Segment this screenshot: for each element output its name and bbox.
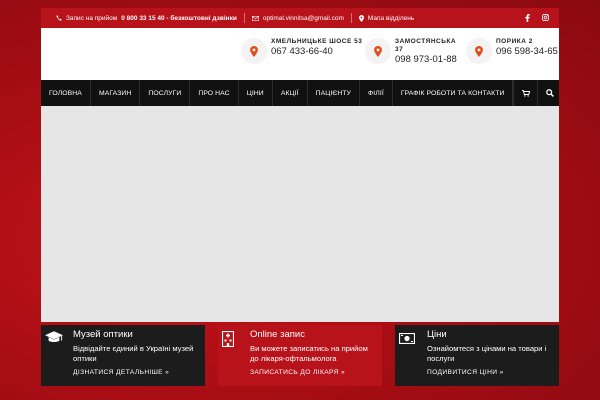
box-title: Музей оптики bbox=[73, 329, 133, 340]
contact-address: ЗАМОСТЯНСЬКА 37 bbox=[395, 38, 457, 53]
contact-branch-1[interactable]: ХМЕЛЬНИЦЬКЕ ШОСЕ 53 067 433-66-40 bbox=[241, 38, 362, 64]
map-link[interactable]: Мапа відділень bbox=[358, 14, 414, 22]
nav-item-home[interactable]: ГОЛОВНА bbox=[41, 80, 91, 106]
contact-address: ХМЕЛЬНИЦЬКЕ ШОСЕ 53 bbox=[271, 38, 363, 45]
email-info[interactable]: optimal.vinnitsa@gmail.com bbox=[251, 15, 344, 22]
box-link[interactable]: ЗАПИСАТИСЬ ДО ЛІКАРЯ » bbox=[250, 369, 374, 376]
contact-phone[interactable]: 098 973-01-88 bbox=[395, 54, 459, 66]
nav-icons bbox=[513, 80, 561, 106]
map-label[interactable]: Мапа відділень bbox=[368, 15, 414, 22]
site-header: ХМЕЛЬНИЦЬКЕ ШОСЕ 53 067 433-66-40 ЗАМОСТ… bbox=[41, 28, 559, 80]
contact-address: ПОРИКА 2 bbox=[496, 38, 533, 45]
map-pin-icon bbox=[466, 38, 492, 64]
envelope-icon bbox=[251, 15, 259, 21]
map-marker-icon bbox=[358, 14, 364, 22]
museum-box[interactable]: Музей оптики Відвідайте єдиний в Україні… bbox=[41, 325, 205, 386]
nav-item-promotions[interactable]: АКЦІЇ bbox=[273, 80, 308, 106]
cart-button[interactable] bbox=[513, 80, 537, 106]
search-button[interactable] bbox=[537, 80, 561, 106]
nav-item-schedule-contacts[interactable]: ГРАФІК РОБОТИ ТА КОНТАКТИ bbox=[393, 80, 514, 106]
box-link[interactable]: ПОДИВИТИСЯ ЦІНИ » bbox=[427, 369, 551, 376]
cart-icon bbox=[521, 84, 531, 102]
box-link[interactable]: ДІЗНАТИСЯ ДЕТАЛЬНІШЕ » bbox=[73, 369, 197, 376]
box-title: Online запис bbox=[250, 329, 305, 340]
money-icon bbox=[398, 331, 416, 349]
box-text: Ви можете записатись на прийом до лікаря… bbox=[250, 344, 368, 363]
instagram-icon[interactable] bbox=[542, 14, 549, 22]
map-pin-icon bbox=[365, 38, 391, 64]
map-pin-icon bbox=[241, 38, 267, 64]
social-links bbox=[525, 14, 549, 22]
main-nav: ГОЛОВНА МАГАЗИН ПОСЛУГИ ПРО НАС ЦІНИ АКЦ… bbox=[41, 80, 559, 106]
box-text: Відвідайте єдиний в Україні музей оптики bbox=[73, 344, 194, 363]
box-title: Ціни bbox=[427, 329, 447, 340]
nav-item-about[interactable]: ПРО НАС bbox=[190, 80, 239, 106]
hero-slider[interactable] bbox=[41, 106, 559, 322]
nav-item-shop[interactable]: МАГАЗИН bbox=[91, 80, 141, 106]
phone-icon bbox=[56, 15, 62, 21]
contact-phone[interactable]: 067 433-66-40 bbox=[271, 46, 362, 58]
divider bbox=[243, 13, 245, 23]
appointment-info: Запис на прийом 0 800 33 15 40 - безкошт… bbox=[56, 15, 237, 22]
site-wrapper: Запис на прийом 0 800 33 15 40 - безкошт… bbox=[41, 8, 559, 322]
nav-item-services[interactable]: ПОСЛУГИ bbox=[140, 80, 191, 106]
free-phone-link[interactable]: 0 800 33 15 40 - безкоштовні дзвінки bbox=[121, 15, 237, 22]
appointment-label: Запис на прийом bbox=[66, 14, 118, 22]
online-booking-box[interactable]: Online запис Ви можете записатись на при… bbox=[218, 325, 382, 386]
divider bbox=[350, 13, 352, 23]
top-bar: Запис на прийом 0 800 33 15 40 - безкошт… bbox=[41, 8, 559, 28]
nav-item-patients[interactable]: ПАЦІЄНТУ bbox=[308, 80, 361, 106]
nav-item-branches[interactable]: ФІЛІЇ bbox=[360, 80, 393, 106]
contact-branch-2[interactable]: ЗАМОСТЯНСЬКА 37 098 973-01-88 bbox=[365, 38, 459, 66]
email-link[interactable]: optimal.vinnitsa@gmail.com bbox=[263, 15, 344, 22]
contact-branch-3[interactable]: ПОРИКА 2 096 598-34-65 bbox=[466, 38, 558, 64]
prices-box[interactable]: Ціни Ознайомтеся з цінами на товари і по… bbox=[395, 325, 559, 386]
nav-item-prices[interactable]: ЦІНИ bbox=[239, 80, 273, 106]
hospital-icon bbox=[221, 330, 235, 352]
search-icon bbox=[546, 84, 554, 102]
contact-phone[interactable]: 096 598-34-65 bbox=[496, 46, 558, 58]
facebook-icon[interactable] bbox=[525, 14, 530, 22]
graduation-cap-icon bbox=[45, 331, 63, 349]
box-text: Ознайомтеся з цінами на товари і послуги bbox=[427, 344, 547, 363]
